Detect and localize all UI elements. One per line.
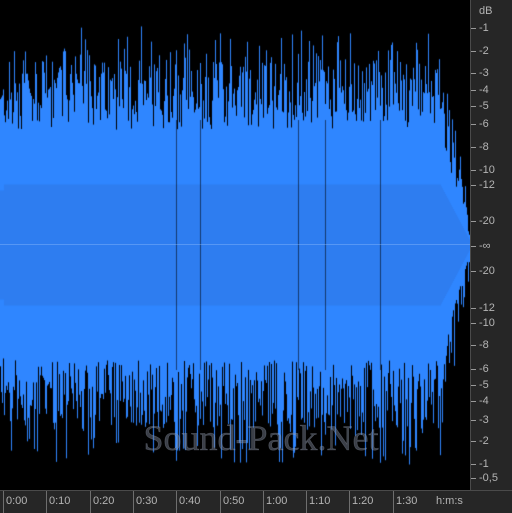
db-tick-label: -0,5 — [479, 472, 498, 484]
db-tick-label: -20 — [479, 215, 495, 227]
db-tick — [471, 147, 476, 148]
db-tick-label: -4 — [479, 395, 489, 407]
db-tick-label: -∞ — [479, 240, 491, 252]
db-tick-label: -20 — [479, 265, 495, 277]
db-tick-label: -12 — [479, 302, 495, 314]
time-tick-label: 0:20 — [93, 495, 115, 507]
time-tick — [349, 491, 350, 513]
db-tick — [471, 106, 476, 107]
db-tick — [471, 369, 476, 370]
time-tick — [3, 491, 4, 513]
svg-text:Sound-Pack.Net: Sound-Pack.Net — [144, 418, 379, 458]
time-tick — [46, 491, 47, 513]
watermark-logo: Sound-Pack.Net — [143, 418, 379, 459]
db-tick — [471, 401, 476, 402]
db-tick-label: -10 — [479, 164, 495, 176]
db-tick-label: -4 — [479, 84, 489, 96]
db-tick — [471, 51, 476, 52]
db-tick-label: -3 — [479, 67, 489, 79]
zero-line — [0, 244, 470, 245]
db-tick-label: -8 — [479, 339, 489, 351]
time-tick-label: 0:40 — [179, 495, 201, 507]
db-tick-label: -12 — [479, 179, 495, 191]
db-tick — [471, 124, 476, 125]
time-tick-label: 1:30 — [396, 495, 418, 507]
time-tick — [393, 491, 394, 513]
db-tick — [471, 323, 476, 324]
db-tick-label: -1 — [479, 22, 489, 34]
db-tick — [471, 185, 476, 186]
db-tick-label: -2 — [479, 45, 489, 57]
time-tick — [220, 491, 221, 513]
time-tick — [133, 491, 134, 513]
time-ruler[interactable]: h:m:s 0:00 0:10 0:20 0:30 0:40 0:50 1:00 1:10 1:… — [0, 490, 512, 513]
db-tick-label: -8 — [479, 141, 489, 153]
db-tick-label: -6 — [479, 363, 489, 375]
time-tick — [263, 491, 264, 513]
db-tick-label: -5 — [479, 379, 489, 391]
db-tick-label: -6 — [479, 118, 489, 130]
db-scale-ruler: dB -1 -2 -3 -4 -5 -6 -8 -10 -12 -20 -∞ -20 -12 -10 -8 -… — [470, 0, 512, 490]
db-tick — [471, 464, 476, 465]
time-tick-label: 0:50 — [223, 495, 245, 507]
db-tick-label: -5 — [479, 100, 489, 112]
db-tick — [471, 478, 476, 479]
db-tick-label: -1 — [479, 458, 489, 470]
time-tick-label: 1:10 — [309, 495, 331, 507]
db-tick — [471, 73, 476, 74]
waveform-view[interactable]: Sound-Pack.Net — [0, 0, 470, 490]
time-tick — [90, 491, 91, 513]
time-tick — [176, 491, 177, 513]
db-tick — [471, 90, 476, 91]
time-tick-label: 1:00 — [266, 495, 288, 507]
db-tick — [471, 246, 476, 247]
db-tick — [471, 271, 476, 272]
db-tick-label: -3 — [479, 414, 489, 426]
time-tick-label: 0:10 — [49, 495, 71, 507]
time-tick-label: 0:00 — [6, 495, 28, 507]
time-tick-label: 0:30 — [136, 495, 158, 507]
db-tick — [471, 345, 476, 346]
time-tick-label: 1:20 — [352, 495, 374, 507]
db-tick — [471, 385, 476, 386]
db-tick — [471, 441, 476, 442]
time-unit-label: h:m:s — [436, 495, 463, 507]
db-tick — [471, 170, 476, 171]
time-tick — [306, 491, 307, 513]
db-tick — [471, 420, 476, 421]
db-tick — [471, 28, 476, 29]
db-unit-label: dB — [479, 5, 493, 17]
db-tick-label: -10 — [479, 317, 495, 329]
db-tick — [471, 221, 476, 222]
db-tick-label: -2 — [479, 435, 489, 447]
db-tick — [471, 308, 476, 309]
